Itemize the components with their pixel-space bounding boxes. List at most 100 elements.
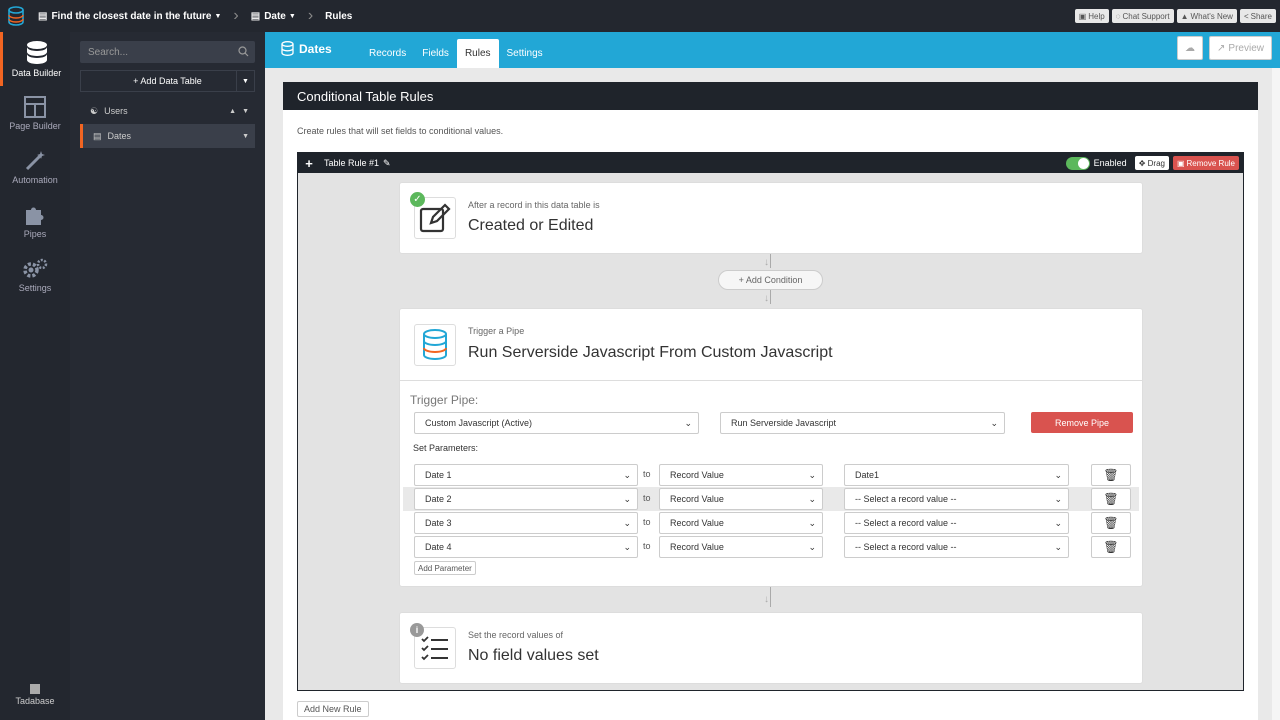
tab-settings[interactable]: Settings xyxy=(499,39,551,68)
record-values-card[interactable]: i Set the record values of No field valu… xyxy=(399,612,1143,684)
breadcrumb-table[interactable]: ▤ Date ▼ xyxy=(245,0,302,32)
help-button[interactable]: ▣ Help xyxy=(1074,9,1109,23)
delete-parameter-button[interactable]: 🗑 xyxy=(1091,536,1131,558)
nav-automation[interactable]: Automation xyxy=(0,140,70,194)
param-type-select[interactable]: Record Value ⌄ xyxy=(659,512,823,534)
delete-parameter-button[interactable]: 🗑 xyxy=(1091,464,1131,486)
connector-line xyxy=(770,290,771,304)
values-title: No field values set xyxy=(468,647,599,664)
divider xyxy=(400,380,1142,381)
chevron-down-icon[interactable]: ▼ xyxy=(242,133,249,140)
cloud-button[interactable]: ☁ xyxy=(1177,36,1204,60)
tadabase-logo[interactable]: Tadabase xyxy=(0,684,70,706)
param-type-value: Record Value xyxy=(670,470,724,480)
chevron-down-icon[interactable]: ▼ xyxy=(236,71,254,91)
users-icon: ☯ xyxy=(90,105,99,116)
database-icon xyxy=(281,41,294,56)
enabled-toggle[interactable] xyxy=(1065,156,1090,170)
check-badge-icon: ✓ xyxy=(410,192,425,207)
share-label: Share xyxy=(1250,11,1272,21)
sidebar-item-users[interactable]: ☯ Users ▲ ▼ xyxy=(80,99,255,123)
panel-title: Conditional Table Rules xyxy=(283,82,1258,110)
delete-parameter-button[interactable]: 🗑 xyxy=(1091,512,1131,534)
param-field-select[interactable]: Date 3 ⌄ xyxy=(414,512,638,534)
drag-button[interactable]: ✥ Drag xyxy=(1134,156,1169,170)
panel-title-label: Conditional Table Rules xyxy=(297,88,434,104)
param-value-select[interactable]: -- Select a record value -- ⌄ xyxy=(844,512,1069,534)
page-title: Dates xyxy=(281,41,332,56)
scrollbar[interactable] xyxy=(1272,68,1280,720)
tab-label: Rules xyxy=(464,48,491,59)
tab-bar: Records Fields Rules Settings xyxy=(361,39,551,68)
add-condition-button[interactable]: + Add Condition xyxy=(718,270,823,290)
param-type-value: Record Value xyxy=(670,542,724,552)
tab-records[interactable]: Records xyxy=(361,39,414,68)
tab-label: Records xyxy=(369,48,407,59)
app-logo-icon[interactable] xyxy=(0,0,32,32)
pipe-title: Run Serverside Javascript From Custom Ja… xyxy=(468,344,833,361)
pipe-select[interactable]: Custom Javascript (Active) ⌄ xyxy=(414,412,699,434)
add-data-table-button[interactable]: + Add Data Table ▼ xyxy=(80,70,255,92)
param-field-select[interactable]: Date 4 ⌄ xyxy=(414,536,638,558)
tab-fields[interactable]: Fields xyxy=(414,39,457,68)
parameter-row: Date 4 ⌄ to Record Value ⌄ -- Select a rec… xyxy=(403,535,1139,559)
add-data-table-label: + Add Data Table xyxy=(133,76,202,86)
trigger-card[interactable]: ✓ After a record in this data table is C… xyxy=(399,182,1143,254)
table-rule: + Table Rule #1 ✎ Enabled ✥ Drag ▣ Remove… xyxy=(297,152,1244,691)
search-placeholder: Search... xyxy=(88,46,129,58)
param-value: -- Select a record value -- xyxy=(855,542,957,552)
whats-new-button[interactable]: ▲ What's New xyxy=(1176,9,1237,23)
nav-settings[interactable]: Settings xyxy=(0,248,70,302)
nav-pipes[interactable]: Pipes xyxy=(0,194,70,248)
add-new-rule-button[interactable]: Add New Rule xyxy=(297,701,369,717)
nav-page-builder[interactable]: Page Builder xyxy=(0,86,70,140)
sidebar-item-label: Dates xyxy=(107,131,132,141)
chevron-down-icon: ⌄ xyxy=(1054,494,1062,504)
trash-icon: 🗑 xyxy=(1103,468,1119,482)
sidebar-item-dates[interactable]: ▤ Dates ▼ xyxy=(80,124,255,148)
nav-data-builder[interactable]: Data Builder xyxy=(0,32,70,86)
drag-label: Drag xyxy=(1147,158,1165,168)
tab-rules[interactable]: Rules xyxy=(456,39,499,68)
chat-support-button[interactable]: ◌ Chat Support xyxy=(1111,9,1174,23)
search-input[interactable]: Search... xyxy=(80,41,255,63)
enabled-label: Enabled xyxy=(1093,158,1127,168)
breadcrumb-app[interactable]: ▤ Find the closest date in the future ▼ xyxy=(32,0,227,32)
help-icon: ▣ xyxy=(1078,11,1087,21)
param-field-select[interactable]: Date 1 ⌄ xyxy=(414,464,638,486)
remove-pipe-button[interactable]: Remove Pipe xyxy=(1031,412,1133,433)
param-value-select[interactable]: Date1 ⌄ xyxy=(844,464,1069,486)
delete-parameter-button[interactable]: 🗑 xyxy=(1091,488,1131,510)
param-value: -- Select a record value -- xyxy=(855,518,957,528)
chevron-down-icon: ▼ xyxy=(214,12,222,20)
tadabase-logo-icon xyxy=(30,684,40,694)
expand-plus-icon[interactable]: + xyxy=(298,156,320,171)
param-value-select[interactable]: -- Select a record value -- ⌄ xyxy=(844,488,1069,510)
to-label: to xyxy=(643,541,651,551)
remove-rule-label: Remove Rule xyxy=(1186,158,1235,168)
pipe-card: Trigger a Pipe Run Serverside Javascript… xyxy=(399,308,1143,587)
remove-rule-button[interactable]: ▣ Remove Rule xyxy=(1172,156,1239,170)
preview-button[interactable]: ↗ Preview xyxy=(1209,36,1272,60)
breadcrumb-table-label: Date xyxy=(264,10,286,22)
chat-icon: ◌ xyxy=(1115,11,1121,21)
param-type-select[interactable]: Record Value ⌄ xyxy=(659,536,823,558)
pencil-icon[interactable]: ✎ xyxy=(383,158,391,169)
pin-icon[interactable]: ▲ xyxy=(229,108,236,115)
param-field-select[interactable]: Date 2 ⌄ xyxy=(414,488,638,510)
nav-label: Automation xyxy=(12,174,58,185)
bell-icon: ▲ xyxy=(1180,11,1189,21)
chevron-down-icon: ⌄ xyxy=(1054,518,1062,528)
param-type-value: Record Value xyxy=(670,494,724,504)
action-select[interactable]: Run Serverside Javascript ⌄ xyxy=(720,412,1005,434)
add-parameter-button[interactable]: Add Parameter xyxy=(414,561,476,575)
share-button[interactable]: < Share xyxy=(1239,9,1276,23)
param-type-select[interactable]: Record Value ⌄ xyxy=(659,488,823,510)
param-type-select[interactable]: Record Value ⌄ xyxy=(659,464,823,486)
param-value-select[interactable]: -- Select a record value -- ⌄ xyxy=(844,536,1069,558)
chevron-down-icon: ⌄ xyxy=(808,470,816,480)
main-header: Dates Records Fields Rules Settings ☁ ↗ P… xyxy=(265,32,1280,68)
chevron-down-icon[interactable]: ▼ xyxy=(242,108,249,115)
rule-title[interactable]: Table Rule #1 ✎ xyxy=(324,158,391,169)
trigger-title: Created or Edited xyxy=(468,217,594,234)
